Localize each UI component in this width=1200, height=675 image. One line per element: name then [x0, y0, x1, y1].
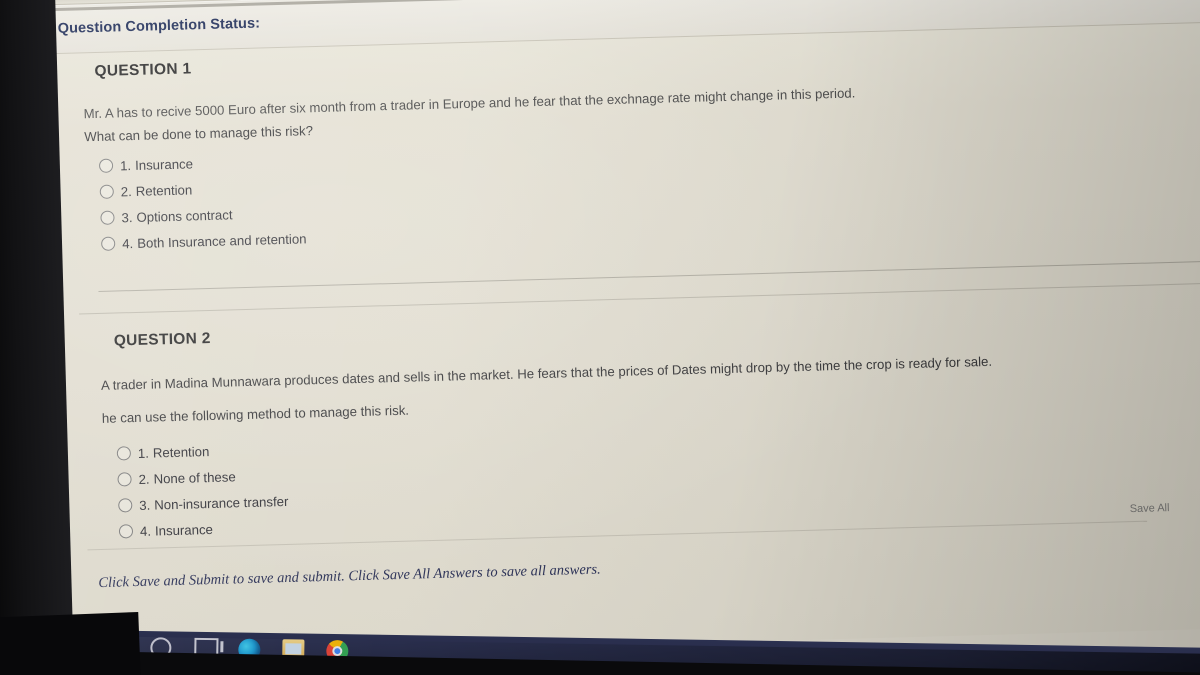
option-number: 3. [139, 497, 151, 513]
option-number: 2. [120, 183, 132, 199]
radio-button[interactable] [98, 158, 114, 173]
question-1-options: 1. Insurance 2. Retention 3. Options con… [98, 147, 307, 257]
option-label: Insurance [134, 155, 194, 173]
option-number: 1. [119, 157, 132, 173]
option-label: Retention [152, 443, 210, 461]
option-number: 3. [121, 209, 133, 225]
radio-button[interactable] [101, 236, 116, 251]
option-number: 2. [138, 471, 150, 487]
question-2-text-line-1: A trader in Madina Munnawara produces da… [100, 353, 993, 393]
option-label: Non-insurance transfer [154, 493, 289, 513]
option-number: 4. [139, 523, 152, 539]
question-2-text-line-2: he can use the following method to manag… [101, 402, 410, 426]
option-number: 1. [137, 445, 150, 461]
monitor-corner-bezel [0, 611, 142, 675]
question-1-heading: QUESTION 1 [94, 60, 192, 80]
browser-page: » Question Completion Status: QUESTION 1… [0, 0, 1200, 663]
radio-button[interactable] [116, 446, 132, 461]
radio-button[interactable] [100, 210, 115, 225]
radio-button[interactable] [117, 472, 132, 487]
option-number: 4. [121, 235, 134, 251]
radio-button[interactable] [99, 184, 114, 199]
save-all-button[interactable]: Save All [1130, 502, 1170, 515]
question-1-text-line-1: Mr. A has to recive 5000 Euro after six … [83, 85, 856, 122]
screenshot-root: » Question Completion Status: QUESTION 1… [0, 0, 1200, 675]
question-2-heading: QUESTION 2 [113, 329, 211, 350]
question-1-option-4[interactable]: 4. Both Insurance and retention [101, 225, 307, 257]
footer-instruction-text: Click Save and Submit to save and submit… [98, 561, 601, 592]
option-label: Both Insurance and retention [136, 230, 307, 251]
quiz-content: QUESTION 1 Mr. A has to recive 5000 Euro… [0, 0, 1200, 662]
question-1-text-line-2: What can be done to manage this risk? [84, 123, 314, 145]
radio-button[interactable] [118, 498, 133, 513]
question-2-options: 1. Retention 2. None of these 3. Non-ins… [116, 436, 290, 545]
option-label: None of these [153, 468, 236, 487]
option-label: Options contract [136, 206, 233, 225]
monitor-screen: » Question Completion Status: QUESTION 1… [0, 0, 1200, 675]
radio-button[interactable] [118, 524, 134, 539]
option-label: Retention [135, 181, 193, 199]
question-2-option-4[interactable]: 4. Insurance [118, 514, 290, 545]
option-label: Insurance [154, 521, 214, 539]
